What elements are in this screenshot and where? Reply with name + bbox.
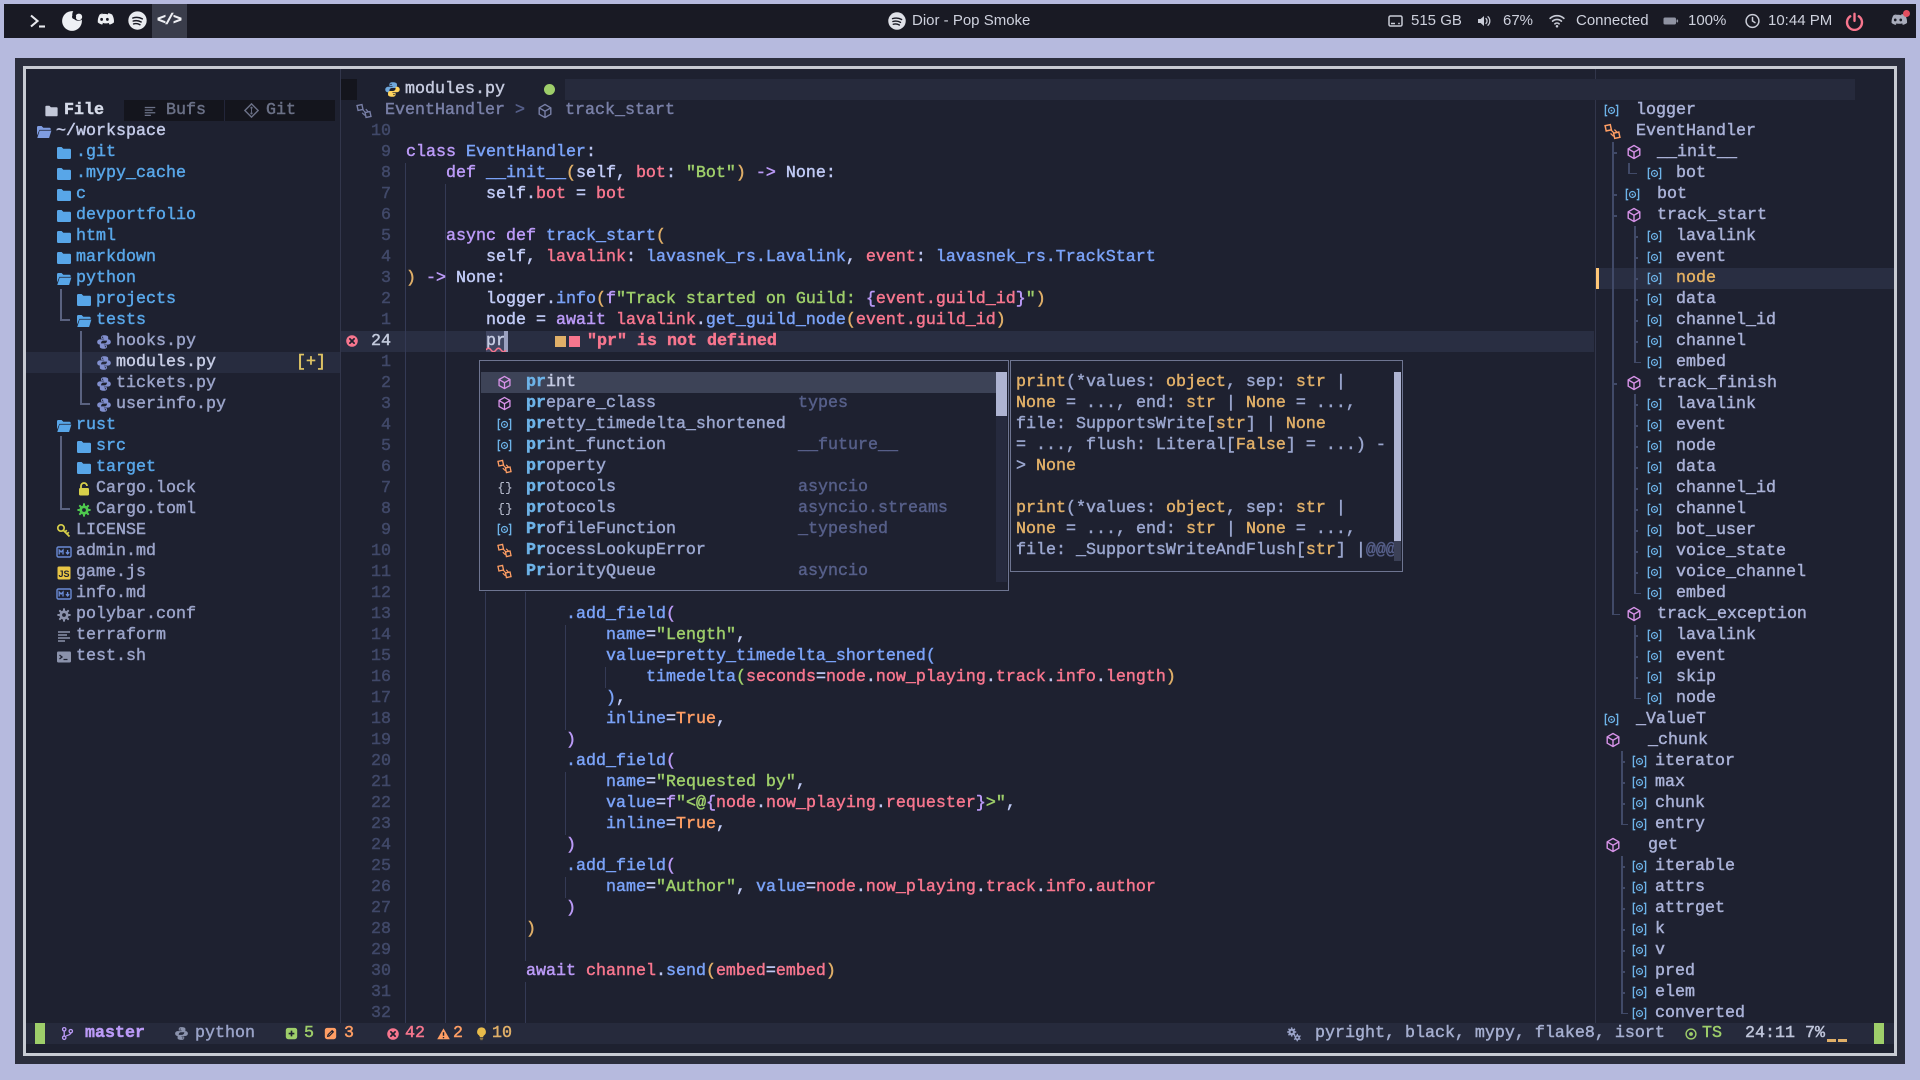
svg-text:{}: {} <box>497 481 513 496</box>
svg-text:{}: {} <box>497 502 513 517</box>
svg-text:JS: JS <box>58 569 69 579</box>
